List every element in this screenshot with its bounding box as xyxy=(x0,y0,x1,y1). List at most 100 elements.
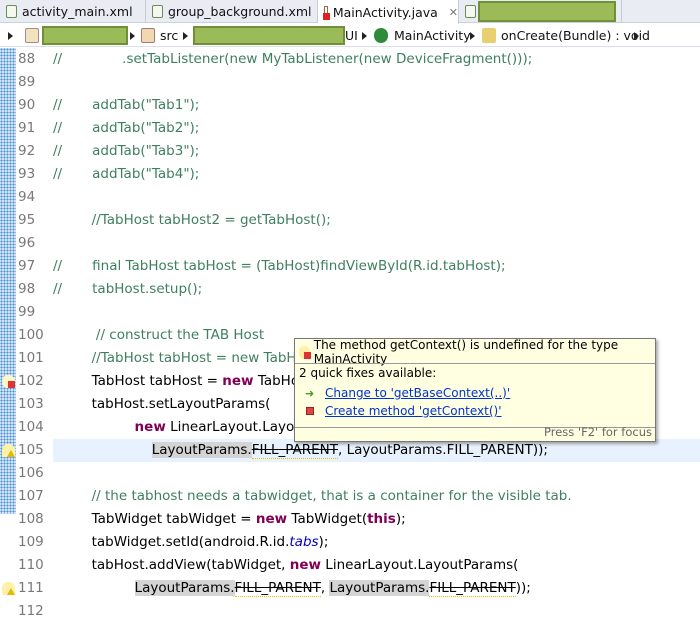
code-text: tabHost.addView(tabWidget, new LinearLay… xyxy=(53,554,519,577)
code-text: // addTab("Tab4"); xyxy=(53,163,199,186)
line-number: 103 xyxy=(18,396,44,412)
chevron-right-icon[interactable] xyxy=(8,32,13,40)
code-token: // final TabHost tabHost = (TabHost)find… xyxy=(53,258,506,274)
line-number: 97 xyxy=(18,258,36,274)
breadcrumb-package[interactable]: UI xyxy=(345,28,358,43)
code-line[interactable]: 111 LayoutParams.FILL_PARENT, LayoutPara… xyxy=(0,577,700,600)
quick-fix-item[interactable]: ➜ Change to 'getBaseContext(..)' xyxy=(305,386,510,400)
code-line[interactable]: 99 xyxy=(0,301,700,324)
code-text: LayoutParams.FILL_PARENT, LayoutParams.F… xyxy=(53,439,548,462)
code-token: LayoutParams. xyxy=(151,442,252,458)
code-text: // final TabHost tabHost = (TabHost)find… xyxy=(53,255,506,278)
code-line[interactable]: 89 xyxy=(0,71,700,94)
line-number: 91 xyxy=(18,120,36,136)
code-line[interactable]: 98 // tabHost.setup(); xyxy=(0,278,700,301)
code-text: TabWidget tabWidget = new TabWidget(this… xyxy=(53,508,406,531)
chevron-right-icon[interactable] xyxy=(183,32,188,40)
code-line[interactable]: 112 xyxy=(0,600,700,623)
class-icon xyxy=(374,28,388,43)
code-text: // addTab("Tab2"); xyxy=(53,117,199,140)
line-number: 88 xyxy=(18,51,36,67)
code-text: // the tabhost needs a tabwidget, that i… xyxy=(53,485,572,508)
code-editor[interactable]: 88 // .setTabListener(new MyTabListener(n… xyxy=(0,48,700,619)
code-line[interactable]: 109 tabWidget.setId(android.R.id.tabs); xyxy=(0,531,700,554)
code-text: //TabHost tabHost2 = getTabHost(); xyxy=(53,209,331,232)
code-line[interactable]: 110 tabHost.addView(tabWidget, new Linea… xyxy=(0,554,700,577)
code-line[interactable]: 88 // .setTabListener(new MyTabListener(n… xyxy=(0,48,700,71)
xml-file-icon xyxy=(6,5,17,18)
close-tab-icon[interactable]: ✕ xyxy=(449,6,458,19)
code-token: , LayoutParams.FILL_PARENT)); xyxy=(338,442,548,458)
tab-label: group_background.xml xyxy=(168,4,312,19)
code-line[interactable]: 90 // addTab("Tab1"); xyxy=(0,94,700,117)
quick-fix-item[interactable]: Create method 'getContext()' xyxy=(305,404,502,418)
code-token: // addTab("Tab1"); xyxy=(53,97,200,113)
code-token: LayoutParams. xyxy=(134,580,235,596)
code-line[interactable]: 93 // addTab("Tab4"); xyxy=(0,163,700,186)
line-number: 89 xyxy=(18,74,36,90)
hover-footer: Press 'F2' for focus xyxy=(544,425,652,439)
editor-tab-bar: activity_main.xml group_background.xml M… xyxy=(0,0,700,24)
code-token: // addTab("Tab4"); xyxy=(53,166,200,182)
quick-fix-link[interactable]: Change to 'getBaseContext(..)' xyxy=(325,386,510,400)
source-folder-icon xyxy=(141,28,155,43)
code-token: FILL_PARENT xyxy=(234,580,321,597)
line-number: 109 xyxy=(18,534,44,550)
code-token: // tabHost.setup(); xyxy=(53,281,203,297)
code-line[interactable]: 96 xyxy=(0,232,700,255)
line-number: 100 xyxy=(18,327,44,343)
code-text: // tabHost.setup(); xyxy=(53,278,202,301)
code-token: new xyxy=(222,373,254,389)
breadcrumb-method[interactable]: onCreate(Bundle) : void xyxy=(501,28,650,43)
line-number: 105 xyxy=(18,442,44,458)
chevron-right-icon[interactable] xyxy=(470,32,475,40)
code-line[interactable]: 91 // addTab("Tab2"); xyxy=(0,117,700,140)
code-line[interactable]: 107 // the tabhost needs a tabwidget, th… xyxy=(0,485,700,508)
code-line[interactable]: 105 LayoutParams.FILL_PARENT, LayoutPara… xyxy=(0,439,700,462)
redaction-block xyxy=(193,26,345,45)
code-line[interactable]: 106 xyxy=(0,462,700,485)
code-token: tabs xyxy=(289,534,319,550)
code-token: FILL_PARENT xyxy=(429,580,516,597)
line-number: 106 xyxy=(18,465,44,481)
line-number: 101 xyxy=(18,350,44,366)
tab-group-background-xml[interactable]: group_background.xml xyxy=(146,0,318,23)
line-number: 92 xyxy=(18,143,36,159)
xml-file-icon xyxy=(152,5,163,18)
code-text: tabWidget.setId(android.R.id.tabs); xyxy=(53,531,329,554)
tab-label: MainActivity.java xyxy=(332,4,438,20)
redaction-block xyxy=(478,1,616,22)
quick-fix-link[interactable]: Create method 'getContext()' xyxy=(325,404,502,418)
quick-fix-hover: The method getContext() is undefined for… xyxy=(294,338,656,442)
code-token: new xyxy=(289,557,322,573)
code-token: // construct the TAB Host xyxy=(53,327,265,343)
line-number: 107 xyxy=(18,488,44,504)
line-number: 112 xyxy=(18,603,44,619)
tab-activity-main-xml[interactable]: activity_main.xml xyxy=(0,0,146,23)
tab-main-activity-java[interactable]: MainActivity.java ✕ xyxy=(318,0,459,24)
code-line[interactable]: 94 xyxy=(0,186,700,209)
chevron-right-icon[interactable] xyxy=(362,32,367,40)
method-icon xyxy=(306,407,314,415)
warning-marker-icon[interactable] xyxy=(2,444,15,457)
code-token: TabWidget( xyxy=(287,511,368,527)
chevron-right-icon[interactable] xyxy=(634,32,639,40)
code-line[interactable]: 97 // final TabHost tabHost = (TabHost)fi… xyxy=(0,255,700,278)
code-token: )); xyxy=(515,580,531,596)
code-line[interactable]: 95 //TabHost tabHost2 = getTabHost(); xyxy=(0,209,700,232)
code-token: new xyxy=(134,419,166,435)
line-number: 99 xyxy=(18,304,36,320)
breadcrumb: src UI MainActivity onCreate(Bundle) : v… xyxy=(0,24,700,47)
code-token: ); xyxy=(318,534,329,550)
warning-marker-icon[interactable] xyxy=(2,582,15,595)
chevron-right-icon[interactable] xyxy=(130,32,135,40)
breadcrumb-class[interactable]: MainActivity xyxy=(394,28,471,43)
breadcrumb-src[interactable]: src xyxy=(160,28,178,43)
code-line[interactable]: 108 TabWidget tabWidget = new TabWidget(… xyxy=(0,508,700,531)
code-token: FILL_PARENT xyxy=(251,442,339,459)
code-line[interactable]: 92 // addTab("Tab3"); xyxy=(0,140,700,163)
error-marker-icon[interactable] xyxy=(2,375,15,388)
redaction-block xyxy=(42,26,128,45)
